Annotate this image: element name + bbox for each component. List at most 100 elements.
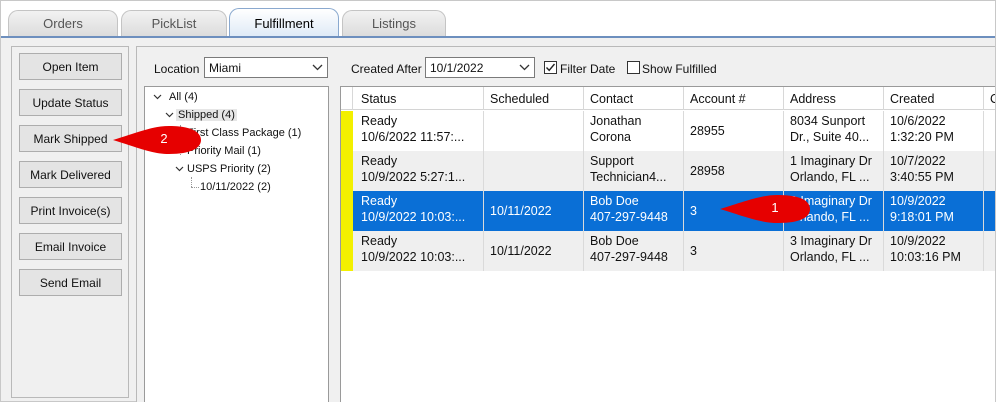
- account-cell: 28955: [684, 111, 784, 151]
- cell-text: 1 Imaginary Dr: [790, 154, 872, 168]
- cell-text: 10/9/2022 5:27:1...: [361, 170, 466, 184]
- action-button-panel: Open Item Update Status Mark Shipped Mar…: [11, 46, 129, 398]
- column-header-c[interactable]: C: [984, 87, 995, 110]
- c-cell: [984, 151, 995, 191]
- created-after-value: 10/1/2022: [430, 61, 484, 75]
- chevron-down-icon[interactable]: [153, 92, 162, 102]
- column-header-status[interactable]: Status: [355, 87, 484, 110]
- tab-listings[interactable]: Listings: [342, 10, 446, 36]
- tree-connector: [191, 177, 192, 187]
- tree-item-first-class-package[interactable]: First Class Package (1): [187, 127, 301, 139]
- account-cell: 28958: [684, 151, 784, 191]
- created-cell: 10/9/2022 10:03:16 PM: [884, 231, 984, 271]
- scheduled-cell: 10/11/2022: [484, 231, 584, 271]
- account-cell: 3: [684, 231, 784, 271]
- cell-text: Ready: [361, 194, 398, 208]
- callout-2: 2: [111, 123, 203, 157]
- cell-text: Ready: [361, 234, 398, 248]
- c-cell: [984, 231, 995, 271]
- cell-text: 407-297-9448: [590, 210, 668, 224]
- cell-text: 28955: [690, 124, 725, 138]
- column-header-contact[interactable]: Contact: [584, 87, 684, 110]
- chevron-down-icon: [310, 61, 324, 74]
- tree-item-shipped[interactable]: Shipped (4): [176, 109, 237, 121]
- cell-text: Bob Doe: [590, 234, 639, 248]
- location-label: Location: [154, 62, 200, 76]
- tab-picklist[interactable]: PickList: [121, 10, 227, 36]
- mark-shipped-button[interactable]: Mark Shipped: [19, 125, 122, 152]
- send-email-button[interactable]: Send Email: [19, 269, 122, 296]
- mark-delivered-button[interactable]: Mark Delivered: [19, 161, 122, 188]
- cell-text: 3: [690, 244, 697, 258]
- table-row[interactable]: Ready 10/9/2022 5:27:1... Support Technicia…: [341, 151, 995, 191]
- scheduled-cell: [484, 111, 584, 151]
- tab-fulfillment[interactable]: Fulfillment: [229, 8, 339, 38]
- created-after-date-picker[interactable]: 10/1/2022: [425, 57, 535, 78]
- chevron-down-icon[interactable]: [175, 164, 184, 174]
- location-value: Miami: [209, 61, 241, 75]
- cell-text: Corona: [590, 130, 631, 144]
- created-after-label: Created After: [351, 62, 422, 76]
- cell-text: 10/9/2022: [890, 234, 946, 248]
- scheduled-cell: [484, 151, 584, 191]
- location-dropdown[interactable]: Miami: [204, 57, 328, 78]
- contact-cell: Jonathan Corona: [584, 111, 684, 151]
- status-indicator: [341, 111, 353, 151]
- cell-text: Support: [590, 154, 634, 168]
- column-header-address[interactable]: Address: [784, 87, 884, 110]
- cell-text: Orlando, FL ...: [790, 170, 870, 184]
- open-item-button[interactable]: Open Item: [19, 53, 122, 80]
- column-header-scheduled[interactable]: Scheduled: [484, 87, 584, 110]
- table-row[interactable]: Ready 10/9/2022 10:03:... 10/11/2022 Bob Do…: [341, 231, 995, 271]
- tree-item-date-node[interactable]: 10/11/2022 (2): [200, 181, 271, 193]
- status-indicator: [341, 231, 353, 271]
- cell-text: Orlando, FL ...: [790, 250, 870, 264]
- filter-date-checkbox[interactable]: [544, 61, 557, 74]
- c-cell: [984, 191, 995, 231]
- contact-cell: Bob Doe 407-297-9448: [584, 231, 684, 271]
- status-indicator: [341, 151, 353, 191]
- tree-item-all[interactable]: All (4): [169, 91, 198, 103]
- tab-label: PickList: [151, 16, 197, 31]
- callout-number: 2: [160, 131, 168, 146]
- column-header-account[interactable]: Account #: [684, 87, 784, 110]
- cell-text: 10/9/2022: [890, 194, 946, 208]
- chevron-down-icon[interactable]: [165, 110, 174, 120]
- tree-item-usps-priority[interactable]: USPS Priority (2): [187, 163, 271, 175]
- show-fulfilled-label: Show Fulfilled: [642, 62, 717, 76]
- column-header-created[interactable]: Created: [884, 87, 984, 110]
- table-row[interactable]: Ready 10/9/2022 10:03:... 10/11/2022 Bob Do…: [341, 191, 995, 231]
- cell-text: Ready: [361, 114, 398, 128]
- address-cell: 3 Imaginary Dr Orlando, FL ...: [784, 231, 884, 271]
- filter-date-label: Filter Date: [560, 62, 616, 76]
- status-cell: Ready 10/9/2022 10:03:...: [355, 191, 484, 231]
- show-fulfilled-checkbox[interactable]: [627, 61, 640, 74]
- grid-header: Status Scheduled Contact Account # Addre…: [341, 87, 995, 110]
- cell-text: 10/6/2022: [890, 114, 946, 128]
- cell-text: 1:32:20 PM: [890, 130, 954, 144]
- update-status-button[interactable]: Update Status: [19, 89, 122, 116]
- cell-text: 10/11/2022: [490, 244, 552, 258]
- scheduled-cell: 10/11/2022: [484, 191, 584, 231]
- tab-orders[interactable]: Orders: [8, 10, 118, 36]
- cell-text: 10/7/2022: [890, 154, 946, 168]
- cell-text: 10/6/2022 11:57:...: [361, 130, 465, 144]
- cell-text: 3 Imaginary Dr: [790, 234, 872, 248]
- status-cell: Ready 10/6/2022 11:57:...: [355, 111, 484, 151]
- address-cell: 8034 Sunport Dr., Suite 40...: [784, 111, 884, 151]
- status-cell: Ready 10/9/2022 10:03:...: [355, 231, 484, 271]
- c-cell: [984, 111, 995, 151]
- created-cell: 10/7/2022 3:40:55 PM: [884, 151, 984, 191]
- chevron-down-icon: [517, 61, 531, 74]
- tab-divider: [1, 36, 995, 38]
- cell-text: 10/9/2022 10:03:...: [361, 210, 466, 224]
- created-cell: 10/9/2022 9:18:01 PM: [884, 191, 984, 231]
- table-row[interactable]: Ready 10/6/2022 11:57:... Jonathan Corona 28…: [341, 111, 995, 151]
- cell-text: Technician4...: [590, 170, 667, 184]
- cell-text: 10/9/2022 10:03:...: [361, 250, 466, 264]
- status-indicator: [341, 191, 353, 231]
- cell-text: Jonathan: [590, 114, 642, 128]
- email-invoice-button[interactable]: Email Invoice: [19, 233, 122, 260]
- contact-cell: Support Technician4...: [584, 151, 684, 191]
- print-invoices-button[interactable]: Print Invoice(s): [19, 197, 122, 224]
